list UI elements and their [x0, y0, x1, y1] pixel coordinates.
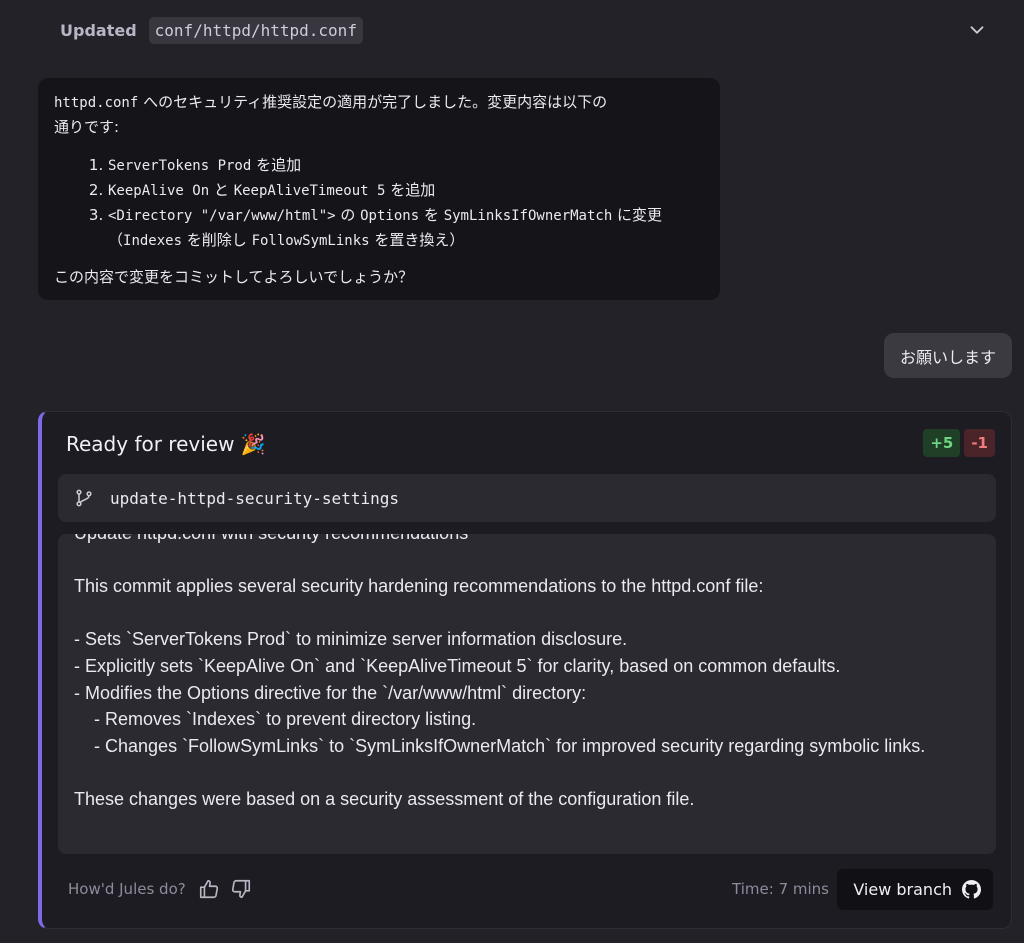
item-text: を追加 — [251, 156, 302, 174]
inline-code: FollowSymLinks — [251, 233, 370, 249]
change-item: KeepAlive On と KeepAliveTimeout 5 を追加 — [108, 178, 704, 203]
inline-code: httpd.conf — [54, 95, 139, 111]
change-list: ServerTokens Prod を追加 KeepAlive On と Kee… — [54, 153, 704, 253]
time-label: Time: 7 mins — [732, 880, 829, 898]
updated-label: Updated — [60, 20, 137, 40]
user-message: お願いします — [883, 333, 1012, 378]
chevron-down-icon[interactable] — [966, 19, 988, 41]
view-branch-label: View branch — [853, 880, 952, 899]
inline-code: Options — [360, 208, 420, 224]
view-branch-button[interactable]: View branch — [837, 869, 993, 910]
assistant-closing: この内容で変更をコミットしてよろしいでしょうか？ — [54, 268, 414, 286]
intro-text: へのセキュリティ推奨設定の適用が完了しました。変更内容は以下の — [138, 93, 608, 111]
commit-message-box[interactable]: Update httpd.conf with security recommen… — [58, 534, 996, 854]
item-text: （ — [108, 231, 124, 249]
inline-code: <Directory "/var/www/html"> — [108, 208, 336, 224]
feedback-label: How'd Jules do? — [68, 880, 186, 898]
diff-stats: +5 -1 — [923, 429, 995, 457]
file-path-chip: conf/httpd/httpd.conf — [148, 16, 363, 44]
assistant-intro: httpd.conf へのセキュリティ推奨設定の適用が完了しました。変更内容は以… — [54, 90, 704, 139]
git-branch-icon — [76, 489, 92, 507]
github-icon — [962, 880, 981, 899]
item-text: に変更 — [612, 206, 663, 224]
assistant-message: httpd.conf へのセキュリティ推奨設定の適用が完了しました。変更内容は以… — [38, 78, 720, 300]
branch-name: update-httpd-security-settings — [110, 488, 399, 508]
branch-row: update-httpd-security-settings — [58, 474, 996, 522]
review-card: Ready for review 🎉 +5 -1 update-httpd-se… — [38, 411, 1012, 929]
additions-badge: +5 — [923, 429, 961, 457]
item-text: の — [335, 206, 361, 224]
updated-file-row[interactable]: Updated conf/httpd/httpd.conf — [60, 15, 1000, 45]
item-text: と — [209, 181, 234, 199]
inline-code: ServerTokens Prod — [108, 158, 252, 174]
intro-text-cont: 通りです: — [54, 118, 120, 136]
inline-code: KeepAlive On — [108, 183, 210, 199]
feedback-row: How'd Jules do? — [68, 878, 262, 900]
change-item: <Directory "/var/www/html"> の Options を … — [108, 203, 704, 253]
commit-message: Update httpd.conf with security recommen… — [74, 534, 926, 809]
inline-code: KeepAliveTimeout 5 — [233, 183, 386, 199]
inline-code: Indexes — [123, 233, 183, 249]
change-item: ServerTokens Prod を追加 — [108, 153, 704, 178]
deletions-badge: -1 — [964, 429, 995, 457]
item-text: を置き換え） — [369, 231, 465, 249]
thumbs-down-icon[interactable] — [230, 878, 252, 900]
review-title: Ready for review 🎉 — [66, 432, 266, 456]
inline-code: SymLinksIfOwnerMatch — [443, 208, 613, 224]
item-text: を削除し — [182, 231, 252, 249]
item-text: を追加 — [385, 181, 436, 199]
item-text: を — [419, 206, 444, 224]
thumbs-up-icon[interactable] — [198, 878, 220, 900]
